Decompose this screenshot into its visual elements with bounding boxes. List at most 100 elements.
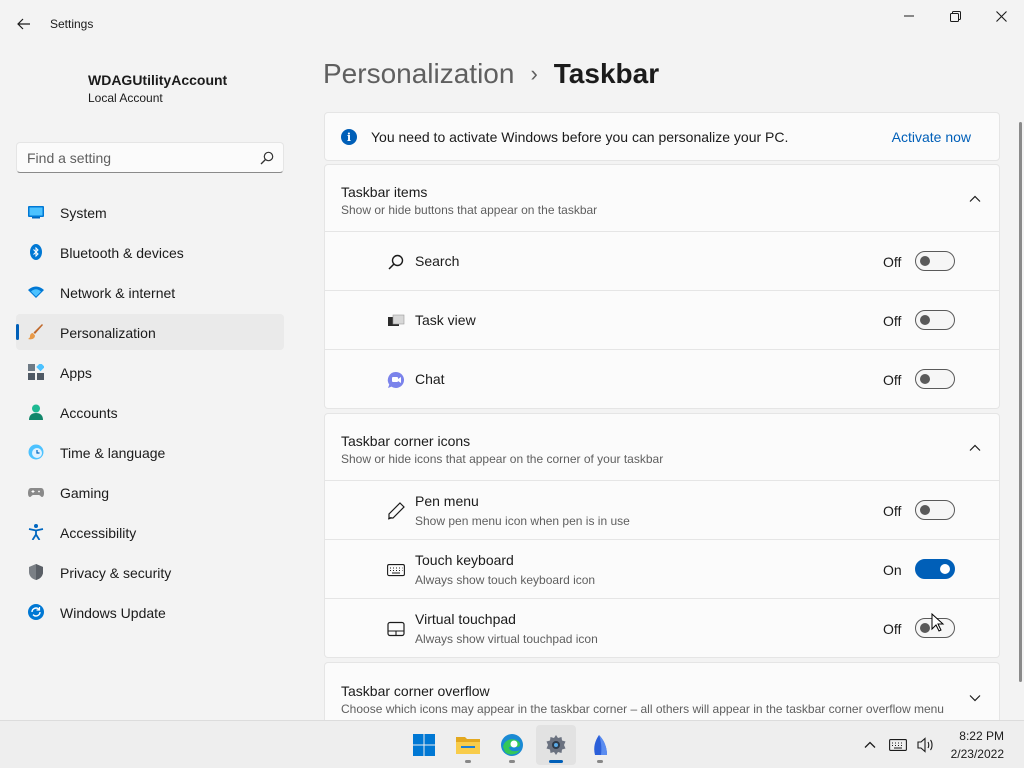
sidebar-item-windows-update[interactable]: Windows Update xyxy=(16,594,284,630)
close-icon xyxy=(995,10,1007,22)
chevron-down-icon[interactable] xyxy=(967,690,983,706)
setting-label: Search xyxy=(415,253,460,269)
toggle-state-text: Off xyxy=(883,372,902,388)
update-icon xyxy=(28,604,44,620)
running-indicator xyxy=(465,760,471,763)
restore-button[interactable] xyxy=(932,0,978,32)
sidebar-item-label: Apps xyxy=(60,365,92,381)
scrollbar[interactable] xyxy=(1019,122,1022,682)
sidebar-item-bluetooth[interactable]: Bluetooth & devices xyxy=(16,234,284,270)
section-taskbar-items[interactable]: Taskbar items Show or hide buttons that … xyxy=(324,164,1000,232)
setting-label: Task view xyxy=(415,312,476,328)
taskbar: 8:22 PM 2/23/2022 xyxy=(0,720,1024,768)
sidebar-item-accounts[interactable]: Accounts xyxy=(16,394,284,430)
network-icon xyxy=(28,286,44,298)
brush-icon xyxy=(28,324,43,340)
activate-now-link[interactable]: Activate now xyxy=(892,129,971,145)
breadcrumb-separator: › xyxy=(530,61,538,86)
settings-icon xyxy=(546,735,566,755)
taskbar-settings[interactable] xyxy=(536,725,576,765)
keyboard-tray-icon xyxy=(889,739,907,751)
search-toggle[interactable] xyxy=(915,251,955,271)
setting-row-pen-menu: Pen menu Show pen menu icon when pen is … xyxy=(324,481,1000,540)
toggle-state-text: Off xyxy=(883,313,902,329)
sidebar-item-network[interactable]: Network & internet xyxy=(16,274,284,310)
breadcrumb: Personalization › Taskbar xyxy=(323,58,659,90)
volume-button[interactable] xyxy=(916,735,936,755)
section-title: Taskbar corner overflow xyxy=(341,683,490,699)
search-icon[interactable] xyxy=(259,150,275,166)
taskbar-file-explorer[interactable] xyxy=(448,725,488,765)
clock-time[interactable]: 8:22 PM xyxy=(959,729,1004,743)
breadcrumb-parent[interactable]: Personalization xyxy=(323,58,514,90)
chevron-up-icon[interactable] xyxy=(967,191,983,207)
bluetooth-icon xyxy=(30,244,42,260)
start-icon xyxy=(413,734,435,756)
sidebar-item-privacy[interactable]: Privacy & security xyxy=(16,554,284,590)
sidebar-item-label: Bluetooth & devices xyxy=(60,245,184,261)
start-button[interactable] xyxy=(404,725,444,765)
sidebar-item-time-language[interactable]: Time & language xyxy=(16,434,284,470)
accounts-icon xyxy=(29,404,43,420)
minimize-icon xyxy=(904,15,914,17)
touch-keyboard-toggle[interactable] xyxy=(915,559,955,579)
search-icon xyxy=(388,254,404,270)
sidebar-item-label: Personalization xyxy=(60,325,156,341)
sidebar-item-personalization[interactable]: Personalization xyxy=(16,314,284,350)
page-title: Taskbar xyxy=(553,58,660,89)
chat-toggle[interactable] xyxy=(915,369,955,389)
time-language-icon xyxy=(28,444,44,460)
sidebar-item-label: System xyxy=(60,205,107,221)
system-icon xyxy=(28,206,44,219)
minimize-button[interactable] xyxy=(886,0,932,32)
section-subtitle: Show or hide buttons that appear on the … xyxy=(341,203,598,217)
toggle-knob xyxy=(920,374,930,384)
section-taskbar-corner-overflow[interactable]: Taskbar corner overflow Choose which ico… xyxy=(324,662,1000,720)
setting-description: Always show touch keyboard icon xyxy=(415,573,596,587)
keyboard-icon xyxy=(387,564,405,577)
section-subtitle: Show or hide icons that appear on the co… xyxy=(341,452,664,466)
task-view-toggle[interactable] xyxy=(915,310,955,330)
sidebar-item-label: Privacy & security xyxy=(60,565,172,581)
toggle-state-text: Off xyxy=(883,503,902,519)
speaker-icon xyxy=(917,737,933,753)
search-input[interactable] xyxy=(17,143,247,172)
restore-icon xyxy=(949,10,961,22)
setting-row-task-view: Task view Off xyxy=(324,291,1000,350)
taskbar-edge[interactable] xyxy=(492,725,532,765)
title-bar: Settings xyxy=(0,0,1024,48)
profile-account-type: Local Account xyxy=(88,91,163,105)
info-icon: i xyxy=(341,129,357,145)
clock-date[interactable]: 2/23/2022 xyxy=(951,747,1004,761)
toggle-state-text: Off xyxy=(883,254,902,270)
setting-row-virtual-touchpad: Virtual touchpad Always show virtual tou… xyxy=(324,599,1000,658)
sidebar-item-accessibility[interactable]: Accessibility xyxy=(16,514,284,550)
pen-menu-toggle[interactable] xyxy=(915,500,955,520)
toggle-knob xyxy=(920,315,930,325)
sidebar-item-gaming[interactable]: Gaming xyxy=(16,474,284,510)
profile-name: WDAGUtilityAccount xyxy=(88,72,228,88)
file-explorer-icon xyxy=(456,737,480,754)
sidebar-item-apps[interactable]: Apps xyxy=(16,354,284,390)
toggle-state-text: Off xyxy=(883,621,902,637)
sidebar-item-system[interactable]: System xyxy=(16,194,284,230)
touch-keyboard-tray-button[interactable] xyxy=(888,735,908,755)
back-arrow-icon xyxy=(17,18,30,30)
close-button[interactable] xyxy=(978,0,1024,32)
setting-label: Virtual touchpad xyxy=(415,611,516,627)
back-button[interactable] xyxy=(10,10,38,38)
taskbar-sail-app[interactable] xyxy=(580,725,620,765)
sidebar-nav: System Bluetooth & devices Network & int… xyxy=(16,194,284,634)
show-hidden-icons-button[interactable] xyxy=(860,735,880,755)
sidebar-item-label: Accessibility xyxy=(60,525,137,541)
section-taskbar-corner-icons[interactable]: Taskbar corner icons Show or hide icons … xyxy=(324,413,1000,481)
sidebar-item-label: Windows Update xyxy=(60,605,166,621)
section-title: Taskbar corner icons xyxy=(341,433,471,449)
activation-message: You need to activate Windows before you … xyxy=(371,129,789,145)
chevron-up-icon[interactable] xyxy=(967,440,983,456)
search-box[interactable] xyxy=(16,142,284,173)
apps-icon xyxy=(28,364,44,380)
setting-description: Always show virtual touchpad icon xyxy=(415,632,598,646)
chevron-up-icon xyxy=(864,741,876,748)
shield-icon xyxy=(29,564,43,580)
